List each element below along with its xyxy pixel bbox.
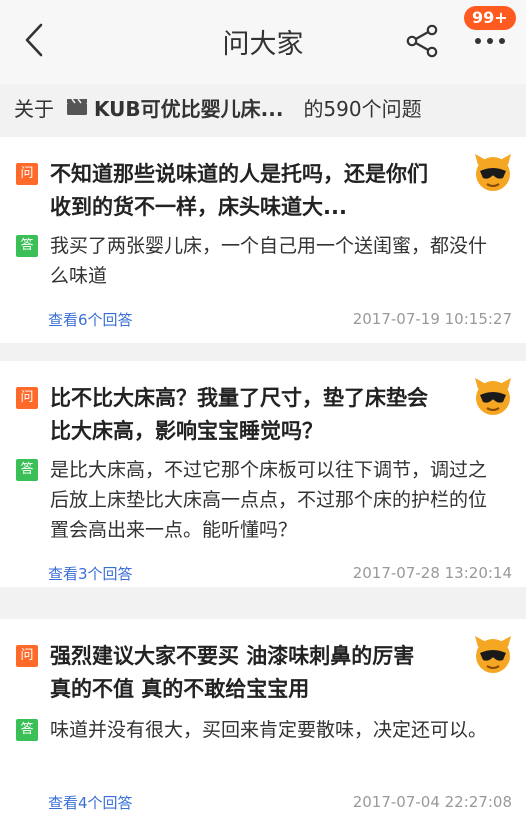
notification-badge: 99+ [464, 6, 516, 30]
product-name[interactable]: KUB可优比婴儿床... [94, 93, 283, 122]
back-button[interactable] [16, 22, 52, 58]
question-tag: 问 [16, 645, 38, 667]
answer-text: 我买了两张婴儿床，一个自己用一个送闺蜜，都没什么味道 [50, 235, 488, 287]
view-answers-link[interactable]: 查看6个回答 [48, 309, 133, 330]
share-button[interactable] [403, 22, 441, 60]
question-tag: 问 [16, 387, 38, 409]
answer-tag: 答 [16, 235, 38, 257]
question-card[interactable]: 问 强烈建议大家不要买 油漆味刺鼻的厉害 真的不值 真的不敢给宝宝用 答 味道并… [0, 619, 526, 819]
question-card[interactable]: 问 不知道那些说味道的人是托吗，还是你们收到的货不一样，床头味道大... 答 我… [0, 137, 526, 343]
avatar-icon [475, 636, 511, 673]
subheader: 关于 KUB可优比婴儿床... 的590个问题 [0, 84, 526, 130]
avatar-icon [475, 154, 511, 191]
answer-tag: 答 [16, 459, 38, 481]
more-icon [475, 38, 505, 44]
more-button[interactable] [470, 26, 510, 56]
timestamp: 2017-07-28 13:20:14 [352, 564, 512, 582]
page-title: 问大家 [222, 29, 304, 60]
question-card[interactable]: 问 比不比大床高？我量了尺寸，垫了床垫会比大床高，影响宝宝睡觉吗？ 答 是比大床… [0, 361, 526, 587]
question-text[interactable]: 比不比大床高？我量了尺寸，垫了床垫会比大床高，影响宝宝睡觉吗？ [50, 382, 442, 448]
question-count: 的590个问题 [303, 96, 422, 121]
avatar-icon [475, 378, 511, 415]
question-text[interactable]: 强烈建议大家不要买 油漆味刺鼻的厉害 真的不值 真的不敢给宝宝用 [50, 640, 442, 706]
view-answers-link[interactable]: 查看4个回答 [48, 792, 133, 813]
top-bar: 问大家 99+ [0, 0, 526, 84]
clapper-icon [67, 98, 87, 115]
timestamp: 2017-07-19 10:15:27 [352, 310, 512, 328]
back-arrow-icon [25, 23, 43, 57]
share-icon [406, 24, 438, 58]
timestamp: 2017-07-04 22:27:08 [352, 793, 512, 811]
answer-text: 味道并没有很大，买回来肯定要散味，决定还可以。 [50, 719, 488, 741]
answer-tag: 答 [16, 719, 38, 741]
subheader-prefix: 关于 [14, 96, 54, 121]
question-text[interactable]: 不知道那些说味道的人是托吗，还是你们收到的货不一样，床头味道大... [50, 158, 442, 224]
answer-text: 是比大床高，不过它那个床板可以往下调节，调过之后放上床垫比大床高一点点，不过那个… [50, 459, 488, 541]
view-answers-link[interactable]: 查看3个回答 [48, 563, 133, 584]
question-tag: 问 [16, 163, 38, 185]
